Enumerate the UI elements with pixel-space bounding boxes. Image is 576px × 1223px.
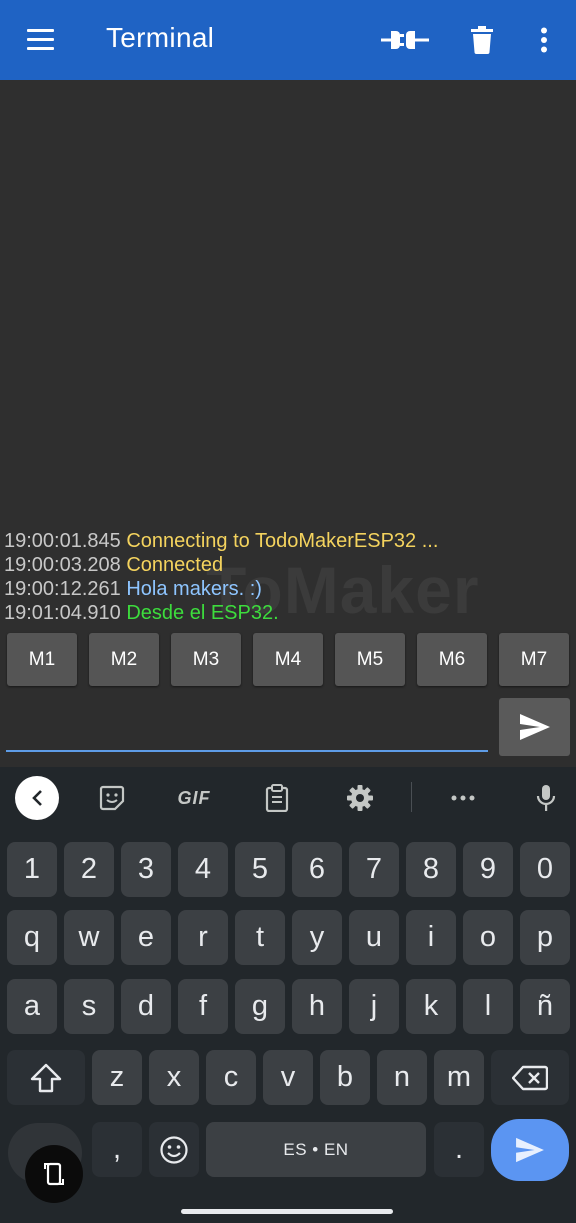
key-1[interactable]: 1	[7, 842, 57, 897]
gif-icon[interactable]: GIF	[172, 776, 216, 820]
key-3[interactable]: 3	[121, 842, 171, 897]
macro-button-m1[interactable]: M1	[7, 633, 77, 686]
key-l[interactable]: l	[463, 979, 513, 1034]
settings-gear-icon[interactable]	[338, 776, 382, 820]
key-4[interactable]: 4	[178, 842, 228, 897]
keyboard-toolbar: GIF	[0, 767, 576, 829]
log-timestamp: 19:00:12.261	[4, 578, 121, 600]
key-n[interactable]: n	[377, 1050, 427, 1105]
key-7[interactable]: 7	[349, 842, 399, 897]
send-input[interactable]	[6, 700, 488, 748]
emoji-icon	[160, 1135, 188, 1164]
emoji-key[interactable]	[149, 1122, 199, 1177]
rotate-icon	[44, 1162, 64, 1186]
macro-bar: M1 M2 M3 M4 M5 M6 M7	[0, 633, 576, 687]
app-bar: Terminal	[0, 0, 576, 80]
key-q[interactable]: q	[7, 910, 57, 965]
key-r[interactable]: r	[178, 910, 228, 965]
macro-button-m6[interactable]: M6	[417, 633, 487, 686]
key-g[interactable]: g	[235, 979, 285, 1034]
connect-plug-icon[interactable]	[381, 18, 429, 62]
shift-arrow-icon	[30, 1063, 62, 1092]
log-line: 19:00:01.845 Connecting to TodoMakerESP3…	[4, 529, 576, 553]
space-key[interactable]: ES • EN	[206, 1122, 426, 1177]
key-9[interactable]: 9	[463, 842, 513, 897]
key-0[interactable]: 0	[520, 842, 570, 897]
log-timestamp: 19:00:03.208	[4, 554, 121, 576]
period-key[interactable]: .	[434, 1122, 484, 1177]
backspace-icon	[512, 1065, 548, 1090]
send-icon	[519, 714, 550, 740]
key-a[interactable]: a	[7, 979, 57, 1034]
soft-keyboard: GIF 1 2 3 4 5 6 7 8 9 0 q w e r t y u i …	[0, 767, 576, 1223]
gif-label: GIF	[177, 787, 211, 808]
terminal-output[interactable]: ToMaker 19:00:01.845 Connecting to TodoM…	[0, 80, 576, 630]
key-h[interactable]: h	[292, 979, 342, 1034]
key-f[interactable]: f	[178, 979, 228, 1034]
log-timestamp: 19:01:04.910	[4, 602, 121, 624]
delete-trash-icon[interactable]	[458, 18, 506, 62]
toolbar-divider	[411, 782, 412, 812]
key-z[interactable]: z	[92, 1050, 142, 1105]
macro-button-m5[interactable]: M5	[335, 633, 405, 686]
key-p[interactable]: p	[520, 910, 570, 965]
key-i[interactable]: i	[406, 910, 456, 965]
log-message: Connected	[126, 554, 224, 576]
key-k[interactable]: k	[406, 979, 456, 1034]
log-message: Connecting to TodoMakerESP32 ...	[126, 530, 439, 552]
log-message: Desde el ESP32.	[126, 602, 279, 624]
microphone-icon[interactable]	[524, 776, 568, 820]
macro-button-m2[interactable]: M2	[89, 633, 159, 686]
key-m[interactable]: m	[434, 1050, 484, 1105]
key-8[interactable]: 8	[406, 842, 456, 897]
key-x[interactable]: x	[149, 1050, 199, 1105]
page-title: Terminal	[106, 22, 215, 53]
more-vert-icon[interactable]	[520, 18, 568, 62]
log-line: 19:00:12.261 Hola makers. :)	[4, 577, 576, 601]
clipboard-icon[interactable]	[255, 776, 299, 820]
macro-button-m3[interactable]: M3	[171, 633, 241, 686]
shift-key[interactable]	[7, 1050, 85, 1105]
macro-button-m4[interactable]: M4	[253, 633, 323, 686]
log-timestamp: 19:00:01.845	[4, 530, 121, 552]
key-2[interactable]: 2	[64, 842, 114, 897]
key-v[interactable]: v	[263, 1050, 313, 1105]
key-5[interactable]: 5	[235, 842, 285, 897]
terminal-log: 19:00:01.845 Connecting to TodoMakerESP3…	[4, 529, 576, 625]
key-b[interactable]: b	[320, 1050, 370, 1105]
key-c[interactable]: c	[206, 1050, 256, 1105]
key-j[interactable]: j	[349, 979, 399, 1034]
more-horiz-icon[interactable]	[441, 776, 485, 820]
home-indicator[interactable]	[181, 1209, 393, 1214]
back-chevron-icon[interactable]	[15, 776, 59, 820]
key-w[interactable]: w	[64, 910, 114, 965]
key-e[interactable]: e	[121, 910, 171, 965]
log-message: Hola makers. :)	[126, 578, 262, 600]
input-underline	[6, 750, 488, 752]
key-t[interactable]: t	[235, 910, 285, 965]
log-line: 19:01:04.910 Desde el ESP32.	[4, 601, 576, 625]
key-u[interactable]: u	[349, 910, 399, 965]
macro-button-m7[interactable]: M7	[499, 633, 569, 686]
enter-send-key[interactable]	[491, 1119, 569, 1181]
backspace-key[interactable]	[491, 1050, 569, 1105]
menu-icon[interactable]	[24, 26, 58, 54]
send-icon	[516, 1137, 544, 1163]
log-line: 19:00:03.208 Connected	[4, 553, 576, 577]
key-n-tilde[interactable]: ñ	[520, 979, 570, 1034]
key-s[interactable]: s	[64, 979, 114, 1034]
comma-key[interactable]: ,	[92, 1122, 142, 1177]
key-6[interactable]: 6	[292, 842, 342, 897]
key-y[interactable]: y	[292, 910, 342, 965]
sticker-icon[interactable]	[90, 776, 134, 820]
key-o[interactable]: o	[463, 910, 513, 965]
key-d[interactable]: d	[121, 979, 171, 1034]
rotate-screen-button[interactable]	[25, 1145, 83, 1203]
send-button[interactable]	[499, 698, 570, 756]
